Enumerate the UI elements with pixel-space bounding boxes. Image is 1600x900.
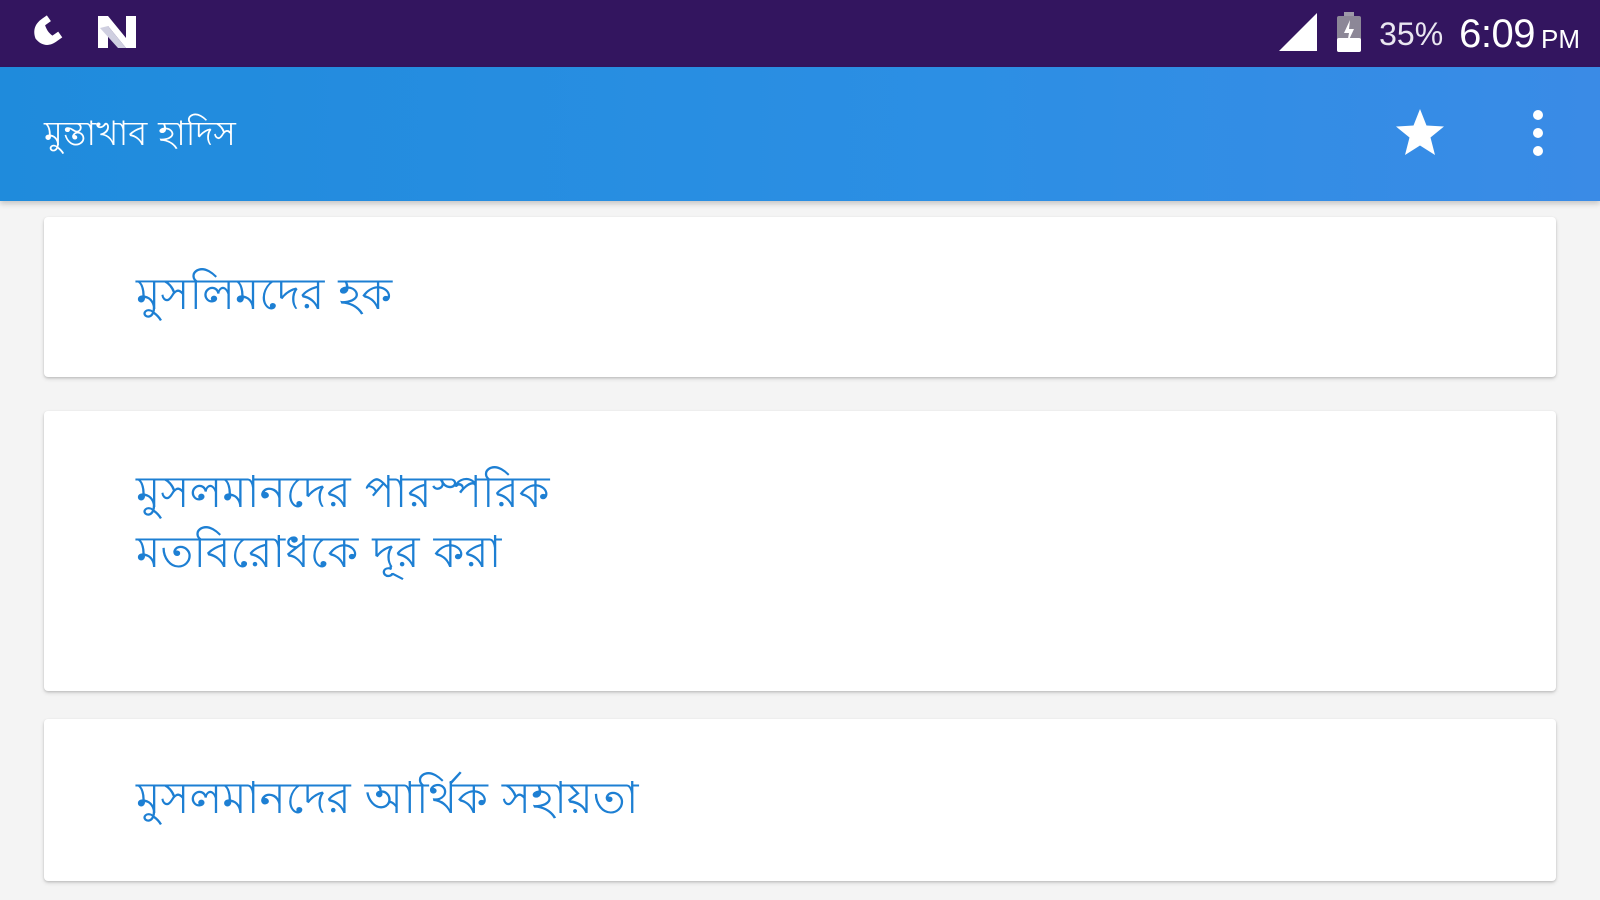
- status-right-area: 35% 6:09 PM: [1277, 8, 1580, 60]
- status-bar: 35% 6:09 PM: [0, 0, 1600, 67]
- list-item-label: মুসলমানদের আর্থিক সহায়তা: [136, 773, 639, 824]
- star-icon: [1392, 105, 1448, 165]
- favorite-button[interactable]: [1388, 103, 1452, 167]
- more-options-button[interactable]: [1508, 103, 1568, 167]
- app-bar: মুন্তাখাব হাদিস: [0, 67, 1600, 201]
- list-item[interactable]: মুসলমানদের পারস্পরিক মতবিরোধকে দূর করা: [44, 411, 1556, 691]
- phone-call-icon: [28, 11, 70, 57]
- list-item[interactable]: মুসলিমদের হক: [44, 217, 1556, 377]
- status-left-icons: [28, 12, 140, 56]
- list-item[interactable]: মুসলমানদের আর্থিক সহায়তা: [44, 719, 1556, 881]
- list-item-label: মুসলিমদের হক: [136, 269, 393, 320]
- hadith-topic-list: মুসলিমদের হক মুসলমানদের পারস্পরিক মতবিরো…: [0, 201, 1600, 900]
- clock-ampm: PM: [1541, 23, 1580, 54]
- cell-signal-icon: [1277, 11, 1319, 57]
- clock-time: 6:09: [1459, 11, 1535, 56]
- list-item-label: মুসলমানদের পারস্পরিক মতবিরোধকে দূর করা: [136, 467, 550, 578]
- battery-icon: [1335, 11, 1363, 57]
- more-vertical-icon: [1530, 108, 1546, 162]
- battery-percent: 35%: [1379, 15, 1444, 52]
- n-notification-icon: [94, 12, 140, 56]
- app-title: মুন্তাখাব হাদিস: [44, 114, 236, 154]
